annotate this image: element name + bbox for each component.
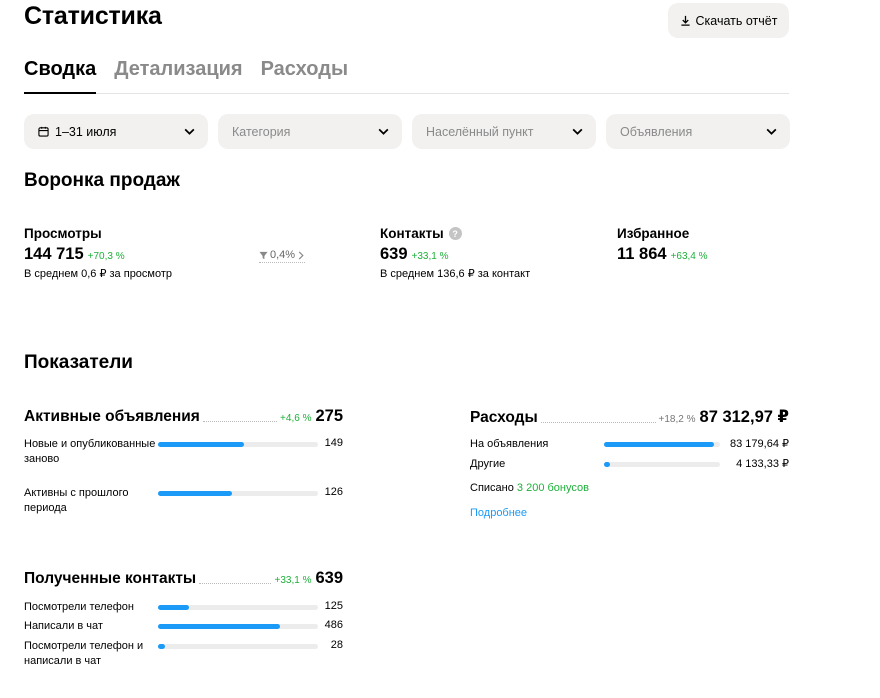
funnel-icon <box>259 251 268 259</box>
progress-bar <box>158 605 318 610</box>
period-select[interactable]: 1–31 июля <box>24 114 208 149</box>
received-contacts-total: 639 <box>315 569 343 587</box>
download-icon <box>680 15 690 26</box>
chevron-down-icon <box>766 128 777 135</box>
location-placeholder: Населённый пункт <box>426 124 534 139</box>
contacts-delta: +33,1 % <box>411 251 449 262</box>
active-ads-total: 275 <box>315 407 343 425</box>
bonus-spent-value: 3 200 бонусов <box>516 482 589 494</box>
received-contacts-header: Полученные контакты +33,1 % 639 <box>24 569 343 588</box>
views-label: Просмотры <box>24 226 102 241</box>
calendar-icon <box>38 126 49 137</box>
more-details-link[interactable]: Подробнее <box>470 507 527 519</box>
location-select[interactable]: Населённый пункт <box>412 114 596 149</box>
progress-bar <box>604 462 720 467</box>
category-placeholder: Категория <box>232 124 291 139</box>
expenses-total: 87 312,97 ₽ <box>699 408 789 426</box>
conversion-value: 0,4% <box>270 249 296 261</box>
active-ads-header: Активные объявления +4,6 % 275 <box>24 407 343 426</box>
list-item: Активны с прошлого периода <box>24 486 158 515</box>
received-contacts-delta: +33,1 % <box>274 575 312 586</box>
row-value: 28 <box>330 639 343 651</box>
progress-fill <box>158 605 190 610</box>
list-item: Посмотрели телефон и написали в чат <box>24 639 158 668</box>
ads-placeholder: Объявления <box>620 124 693 139</box>
period-value: 1–31 июля <box>55 124 117 139</box>
progress-fill <box>604 442 715 447</box>
active-ads-delta: +4,6 % <box>280 413 312 424</box>
chevron-down-icon <box>184 128 195 135</box>
row-value: 4 133,33 ₽ <box>736 458 789 470</box>
download-report-button[interactable]: Скачать отчёт <box>668 3 789 38</box>
views-average: В среднем 0,6 ₽ за просмотр <box>24 268 173 280</box>
metric-favorites: Избранное 11 864 +63,4 % <box>617 226 708 264</box>
tab-expenses[interactable]: Расходы <box>261 58 348 94</box>
row-label: Написали в чат <box>24 620 103 632</box>
bonus-spent-prefix: Списано <box>470 482 514 494</box>
expenses-title: Расходы <box>470 409 538 426</box>
contacts-label: Контакты <box>380 226 444 241</box>
filters: 1–31 июля Категория Населённый пункт Объ… <box>24 114 790 149</box>
expenses-header: Расходы +18,2 % 87 312,97 ₽ <box>470 407 789 427</box>
row-label: Посмотрели телефон и написали в чат <box>24 640 144 667</box>
row-value: 83 179,64 ₽ <box>730 438 789 450</box>
views-delta: +70,3 % <box>87 251 125 262</box>
help-icon[interactable]: ? <box>448 227 462 240</box>
contacts-average: В среднем 136,6 ₽ за контакт <box>380 268 531 280</box>
row-value: 486 <box>324 619 343 631</box>
dotted-leader <box>199 583 272 584</box>
metric-views: Просмотры 144 715 +70,3 % В среднем 0,6 … <box>24 226 172 280</box>
list-item: Новые и опубликованные заново <box>24 437 158 466</box>
conversion-link[interactable]: 0,4% <box>259 249 306 263</box>
contacts-value: 639 <box>380 245 408 263</box>
favorites-value: 11 864 <box>617 245 667 263</box>
dotted-leader <box>202 421 278 422</box>
progress-bar <box>158 442 318 447</box>
list-item: Посмотрели телефон <box>24 600 158 615</box>
row-value: 149 <box>324 437 343 449</box>
favorites-delta: +63,4 % <box>670 251 708 262</box>
list-item: Другие <box>470 457 604 472</box>
row-label: Посмотрели телефон <box>24 601 134 613</box>
progress-bar <box>158 624 318 629</box>
received-contacts-title: Полученные контакты <box>24 570 197 587</box>
tab-details[interactable]: Детализация <box>114 58 242 94</box>
progress-bar <box>158 644 318 649</box>
download-report-label: Скачать отчёт <box>695 13 778 28</box>
progress-fill <box>158 491 232 496</box>
progress-fill <box>158 644 166 649</box>
row-value: 126 <box>324 486 343 498</box>
page-title: Статистика <box>24 2 162 30</box>
funnel-title: Воронка продаж <box>24 170 180 191</box>
row-label: На объявления <box>470 438 549 450</box>
expenses-delta: +18,2 % <box>658 414 696 425</box>
bonus-spent: Списано 3 200 бонусов <box>470 482 589 494</box>
row-value: 125 <box>324 600 343 612</box>
progress-bar <box>604 442 720 447</box>
metric-contacts: Контакты ? 639 +33,1 % В среднем 136,6 ₽… <box>380 226 530 280</box>
progress-fill <box>158 442 245 447</box>
row-label: Другие <box>470 458 506 470</box>
indicators-title: Показатели <box>24 352 133 373</box>
chevron-right-icon <box>298 250 304 260</box>
progress-fill <box>158 624 280 629</box>
active-ads-title: Активные объявления <box>24 408 200 425</box>
tabs: Сводка Детализация Расходы <box>24 58 789 94</box>
dotted-leader <box>540 422 656 423</box>
tab-summary[interactable]: Сводка <box>24 58 97 94</box>
chevron-down-icon <box>378 128 389 135</box>
category-select[interactable]: Категория <box>218 114 402 149</box>
row-label: Активны с прошлого периода <box>24 487 129 514</box>
row-label: Новые и опубликованные заново <box>24 438 156 465</box>
list-item: Написали в чат <box>24 619 158 634</box>
ads-select[interactable]: Объявления <box>606 114 790 149</box>
favorites-label: Избранное <box>617 226 690 241</box>
list-item: На объявления <box>470 437 604 452</box>
views-value: 144 715 <box>24 245 84 263</box>
progress-fill <box>604 462 610 467</box>
progress-bar <box>158 491 318 496</box>
chevron-down-icon <box>572 128 583 135</box>
